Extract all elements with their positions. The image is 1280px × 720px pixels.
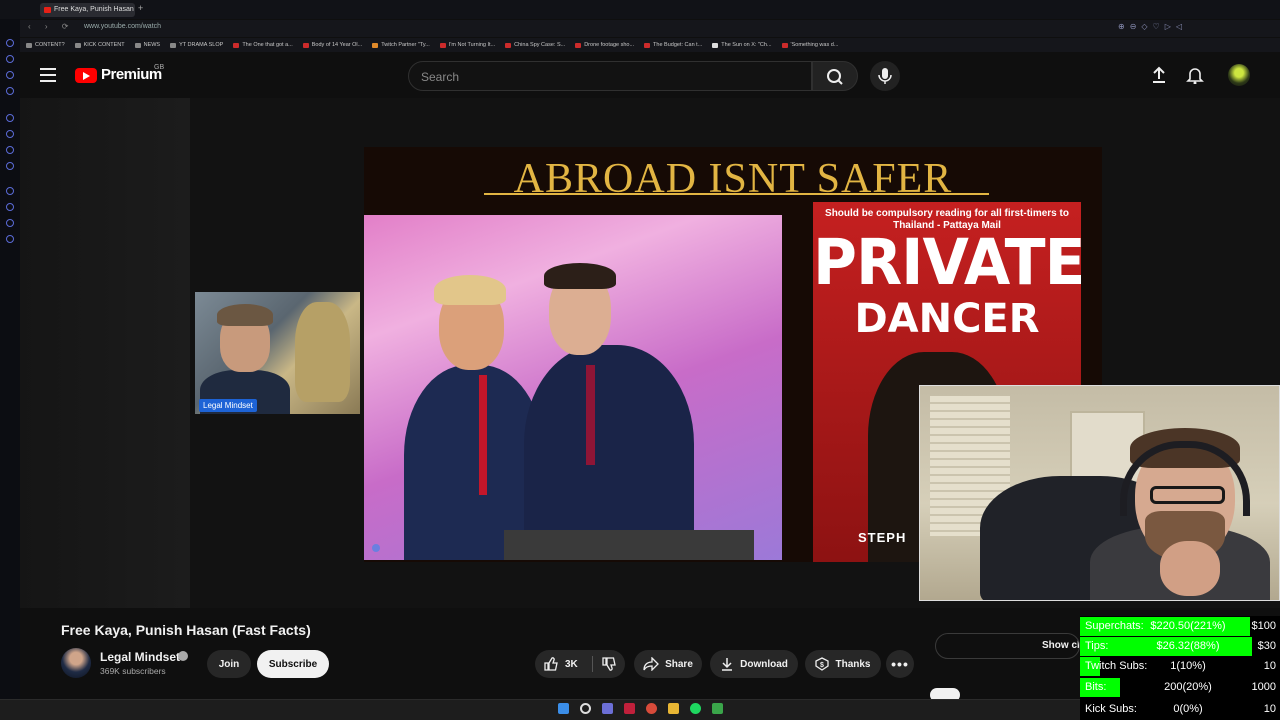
search-button[interactable] [812,61,858,91]
thumb-underline [484,193,989,195]
sidebar-app-icon[interactable] [6,71,14,79]
verified-check-icon [178,651,188,661]
subscriber-count: 369K subscribers [100,666,166,676]
sidebar-app-icon[interactable] [6,39,14,47]
share-arrow-icon [643,657,660,671]
channel-avatar[interactable] [61,648,91,678]
channel-name[interactable]: Legal Mindset [100,650,180,664]
like-count[interactable]: 3K [565,659,595,670]
download-label: Download [740,658,788,670]
bookmark-item[interactable]: Drone footage sho... [575,42,634,48]
thumbs-down-icon[interactable] [601,656,617,672]
nav-arrows-icon[interactable]: ‹ › ⟳ [28,22,74,31]
search-input[interactable]: Search [408,61,812,91]
more-actions-button[interactable]: ••• [886,650,914,678]
browser-extensions-icon[interactable]: ⊕⊖◇♡▷◁ [1118,22,1187,31]
upload-icon[interactable] [1150,66,1168,84]
book-author: STEPH [858,530,907,545]
bookmark-item[interactable]: Twitch Partner "Ty... [372,42,430,48]
thanks-label: Thanks [835,658,871,670]
bookmark-item[interactable]: The Budget: Can t... [644,42,702,48]
windows-start-icon[interactable] [558,703,569,714]
url-text[interactable]: www.youtube.com/watch [84,23,161,30]
like-divider [592,656,593,672]
thumbs-up-icon[interactable] [543,656,559,672]
like-dislike-group: 3K [535,650,625,678]
overlay-row-tips: Tips: $26.32(88%) $30 [1080,636,1280,656]
download-icon [722,658,733,671]
youtube-logo-icon[interactable] [75,68,97,83]
search-taskbar-icon[interactable] [580,703,591,714]
book-subtitle: DANCER [854,296,1040,342]
sidebar-app-icon[interactable] [6,219,14,227]
chrome-icon[interactable] [646,703,657,714]
overlay-row-twitch-subs: Twitch Subs: 1(10%) 10 [1080,656,1280,676]
bookmark-item[interactable]: NEWS [134,42,160,48]
bookmark-item[interactable]: The Sun on X: "Ch... [712,42,772,48]
bookmark-item[interactable]: KICK CONTENT [74,42,125,48]
bookmark-item[interactable]: I'm Not Turning It... [439,42,495,48]
bookmark-item[interactable]: 'Something was d... [781,42,838,48]
book-title: PRIVATE [813,226,1081,300]
address-bar[interactable] [20,20,1280,37]
search-icon [827,69,843,85]
svg-text:$: $ [820,662,824,669]
windows-taskbar [0,699,1080,720]
bookmarks-bar: CONTENT? KICK CONTENT NEWS YT DRAMA SLOP… [20,38,1280,52]
sidebar-app-icon[interactable] [6,130,14,138]
sidebar-app-icon[interactable] [6,187,14,195]
subscribe-button[interactable]: Subscribe [257,650,329,678]
guest-name-label: Legal Mindset [199,399,257,412]
premium-logo-text[interactable]: Premium [101,66,162,83]
region-code: GB [154,64,165,71]
streamer-webcam [919,385,1280,601]
thumb-headline: ABROAD ISNT SAFER [513,156,953,202]
scrubber-dot-icon[interactable] [372,544,380,552]
more-dots-icon: ••• [891,656,909,672]
overlay-row-superchats: Superchats: $220.50(221%) $100 [1080,616,1280,636]
bookmark-item[interactable]: The One that got a... [233,42,293,48]
xbox-icon[interactable] [712,703,723,714]
download-button[interactable]: Download [710,650,798,678]
bookmark-item[interactable]: Body of 14 Year Ol... [302,42,362,48]
bookmark-item[interactable]: CONTENT? [26,42,65,48]
account-avatar[interactable] [1228,64,1250,86]
browser-sidebar [0,19,20,699]
share-label: Share [665,658,693,670]
overlay-row-kick-subs: Kick Subs: 0(0%) 10 [1085,703,1276,715]
bookmark-item[interactable]: China Spy Case: S... [505,42,565,48]
browser-tab[interactable]: Free Kaya, Punish Hasan [40,3,135,17]
join-button[interactable]: Join [207,650,251,678]
spotify-icon[interactable] [690,703,701,714]
guest-webcam [195,292,360,414]
tab-title: Free Kaya, Punish Hasan [54,6,134,13]
overlay-row-bits: Bits: 200(20%) 1000 [1080,677,1280,697]
discord-icon[interactable] [602,703,613,714]
thumb-photo [364,215,782,560]
share-button[interactable]: Share [634,650,702,678]
sidebar-app-icon[interactable] [6,235,14,243]
sidebar-app-icon[interactable] [6,203,14,211]
bookmark-item[interactable]: YT DRAMA SLOP [170,42,223,48]
sidebar-app-icon[interactable] [6,87,14,95]
opera-icon[interactable] [624,703,635,714]
new-tab-button[interactable]: + [138,3,143,13]
sidebar-app-icon[interactable] [6,146,14,154]
browser-tab-bar [0,0,1280,19]
sidebar-app-icon[interactable] [6,114,14,122]
hamburger-menu-icon[interactable] [40,68,56,82]
sidebar-app-icon[interactable] [6,55,14,63]
super-thanks-icon: $ [815,657,830,671]
voice-search-button[interactable] [870,61,900,91]
file-explorer-icon[interactable] [668,703,679,714]
notifications-bell-icon[interactable] [1186,66,1204,84]
microphone-icon [878,68,892,84]
player-left-margin [20,98,190,608]
sidebar-app-icon[interactable] [6,162,14,170]
youtube-favicon-icon [44,7,51,13]
thanks-button[interactable]: $ Thanks [805,650,881,678]
show-chat-button[interactable]: Show ch [935,633,1080,659]
video-title: Free Kaya, Punish Hasan (Fast Facts) [61,622,311,638]
